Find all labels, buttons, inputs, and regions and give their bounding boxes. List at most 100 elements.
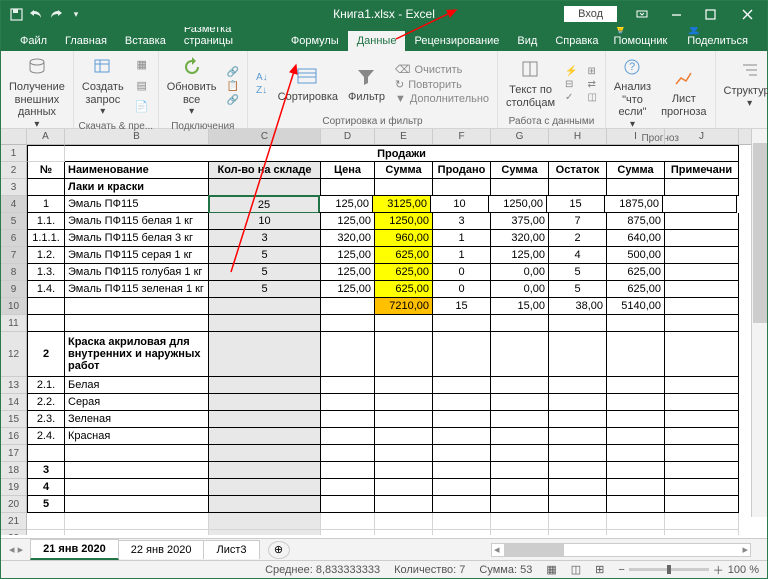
cell[interactable] <box>665 513 739 530</box>
cell[interactable] <box>27 315 65 332</box>
cell[interactable] <box>433 479 491 496</box>
cell[interactable] <box>549 530 607 535</box>
view-layout-icon[interactable]: ◫ <box>571 563 581 576</box>
cell[interactable] <box>321 394 375 411</box>
cell[interactable] <box>665 479 739 496</box>
cell[interactable] <box>209 479 321 496</box>
cell[interactable]: Цена <box>321 162 375 179</box>
cell[interactable] <box>665 213 739 230</box>
cell[interactable] <box>209 394 321 411</box>
col-header-B[interactable]: B <box>65 129 209 144</box>
cell[interactable] <box>375 377 433 394</box>
cell[interactable] <box>491 530 549 535</box>
cell[interactable]: 625,00 <box>607 264 665 281</box>
datamodel-button[interactable]: ◫ <box>583 91 600 104</box>
cell[interactable] <box>321 479 375 496</box>
cell[interactable]: Сумма <box>607 162 665 179</box>
col-header-G[interactable]: G <box>491 129 549 144</box>
cell[interactable]: 1 <box>433 247 491 264</box>
ribbon-options-icon[interactable] <box>625 1 659 27</box>
cell[interactable] <box>65 445 209 462</box>
cell[interactable] <box>549 332 607 377</box>
cell[interactable]: 38,00 <box>549 298 607 315</box>
vertical-scrollbar[interactable] <box>751 129 767 517</box>
tab-review[interactable]: Рецензирование <box>405 31 508 51</box>
validation-button[interactable]: ✓ <box>561 91 581 104</box>
cell[interactable] <box>665 462 739 479</box>
cell[interactable] <box>433 462 491 479</box>
cell[interactable] <box>663 196 737 213</box>
col-header-A[interactable]: A <box>27 129 65 144</box>
cell[interactable] <box>491 179 549 196</box>
cell[interactable] <box>375 411 433 428</box>
cell[interactable] <box>549 394 607 411</box>
cell[interactable] <box>549 411 607 428</box>
row-header-15[interactable]: 15 <box>1 411 26 428</box>
cell[interactable]: 2 <box>549 230 607 247</box>
flashfill-button[interactable]: ⚡ <box>561 65 581 78</box>
cell[interactable] <box>65 315 209 332</box>
cell[interactable]: Эмаль ПФ115 белая 1 кг <box>65 213 209 230</box>
cell[interactable]: Эмаль ПФ115 белая 3 кг <box>65 230 209 247</box>
consolidate-button[interactable]: ⊞ <box>583 65 600 78</box>
cell[interactable] <box>607 315 665 332</box>
cell[interactable] <box>321 462 375 479</box>
cell[interactable] <box>433 315 491 332</box>
cell[interactable]: Остаток <box>549 162 607 179</box>
sort-az-button[interactable]: A↓ <box>252 71 272 84</box>
cell[interactable] <box>321 332 375 377</box>
cell[interactable]: 5 <box>549 281 607 298</box>
cell[interactable] <box>607 479 665 496</box>
cell[interactable] <box>321 445 375 462</box>
cell[interactable] <box>321 298 375 315</box>
row-header-13[interactable]: 13 <box>1 377 26 394</box>
whatif-button[interactable]: ?Анализ "что если" ▾ <box>610 53 655 132</box>
cell[interactable] <box>375 179 433 196</box>
cell[interactable]: 125,00 <box>491 247 549 264</box>
cell[interactable] <box>65 496 209 513</box>
cell[interactable] <box>321 315 375 332</box>
sheet-nav[interactable]: ◂ ▸ <box>1 543 31 556</box>
row-header-9[interactable]: 9 <box>1 281 26 298</box>
cell[interactable]: 2.2. <box>27 394 65 411</box>
cell[interactable] <box>607 377 665 394</box>
cell[interactable]: 2.1. <box>27 377 65 394</box>
tab-home[interactable]: Главная <box>56 31 116 51</box>
cell[interactable] <box>209 332 321 377</box>
cell[interactable] <box>321 377 375 394</box>
cell[interactable]: 0 <box>433 281 491 298</box>
cell[interactable] <box>549 315 607 332</box>
cell[interactable]: 5 <box>209 264 321 281</box>
cell[interactable] <box>665 445 739 462</box>
cell[interactable] <box>549 462 607 479</box>
col-header-H[interactable]: H <box>549 129 607 144</box>
cell[interactable]: 625,00 <box>375 264 433 281</box>
cell[interactable]: 15 <box>433 298 491 315</box>
cell[interactable]: 625,00 <box>607 281 665 298</box>
sheet-tab-3[interactable]: Лист3 <box>203 540 259 559</box>
cell[interactable] <box>209 298 321 315</box>
cell[interactable] <box>549 479 607 496</box>
cell[interactable]: Эмаль ПФ115 голубая 1 кг <box>65 264 209 281</box>
cell[interactable] <box>321 179 375 196</box>
cell[interactable] <box>665 179 739 196</box>
cell[interactable]: Сумма <box>491 162 549 179</box>
cell[interactable]: 375,00 <box>491 213 549 230</box>
cell[interactable]: 5 <box>549 264 607 281</box>
cell[interactable]: Красная <box>65 428 209 445</box>
cell[interactable] <box>321 530 375 535</box>
view-normal-icon[interactable]: ▦ <box>546 563 556 576</box>
cell[interactable] <box>491 445 549 462</box>
cell[interactable] <box>375 445 433 462</box>
row-header-6[interactable]: 6 <box>1 230 26 247</box>
cell[interactable]: 125,00 <box>321 213 375 230</box>
cell[interactable] <box>209 462 321 479</box>
cell[interactable]: 5 <box>27 496 65 513</box>
cell[interactable] <box>27 445 65 462</box>
cell[interactable] <box>65 530 209 535</box>
cell[interactable]: Продано <box>433 162 491 179</box>
cell[interactable] <box>209 315 321 332</box>
cell[interactable]: 3 <box>433 213 491 230</box>
cell[interactable] <box>375 462 433 479</box>
cell[interactable]: 4 <box>549 247 607 264</box>
